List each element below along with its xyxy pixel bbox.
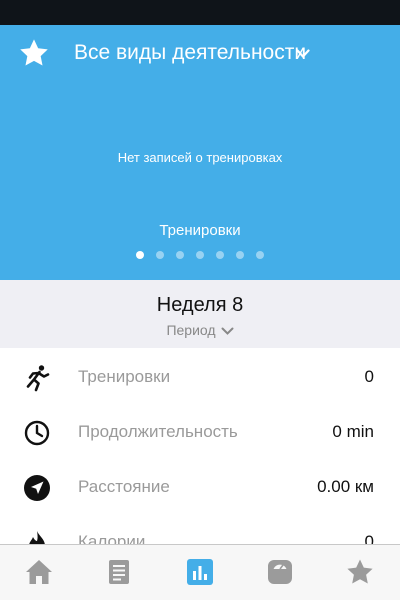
clock-icon (24, 420, 50, 446)
stat-label: Расстояние (78, 477, 170, 496)
page-dot[interactable] (236, 251, 244, 259)
stat-label: Калории (78, 532, 146, 544)
scale-icon[interactable] (265, 557, 295, 587)
stat-value: 0.00 км (317, 477, 374, 496)
stat-value: 0 min (332, 422, 374, 441)
star-icon[interactable] (345, 557, 375, 587)
stat-row-calories: Калории 0 (0, 515, 400, 544)
activity-type-title[interactable]: Все виды деятельности (74, 41, 306, 65)
page-dot[interactable] (156, 251, 164, 259)
navigation-arrow-icon (24, 475, 50, 501)
period-header: Неделя 8 Период (0, 280, 400, 348)
period-selector[interactable]: Период (0, 322, 400, 338)
week-title: Неделя 8 (156, 294, 244, 316)
running-icon (26, 365, 50, 392)
page-dot[interactable] (216, 251, 224, 259)
page-dot[interactable] (136, 251, 144, 259)
star-icon[interactable] (18, 37, 50, 69)
page-dot[interactable] (176, 251, 184, 259)
empty-workouts-message: Нет записей о тренировках (117, 150, 283, 165)
chevron-down-icon[interactable] (296, 49, 310, 59)
carousel-caption: Тренировки (159, 222, 241, 239)
flame-icon (29, 531, 45, 544)
stat-value: 0 (364, 367, 374, 386)
stats-list[interactable]: Тренировки 0 Продолжительность 0 min Рас… (0, 348, 400, 544)
bar-chart-icon[interactable] (185, 557, 215, 587)
stat-value: 0 (364, 532, 374, 544)
page-dot[interactable] (196, 251, 204, 259)
chevron-down-icon (221, 327, 234, 335)
status-bar (0, 0, 400, 25)
page-indicator[interactable] (0, 251, 400, 259)
stat-row-distance: Расстояние 0.00 км (0, 460, 400, 515)
stat-row-duration: Продолжительность 0 min (0, 405, 400, 460)
list-document-icon[interactable] (104, 557, 134, 587)
activity-summary-carousel[interactable]: Все виды деятельности Нет записей о трен… (0, 25, 400, 280)
stat-label: Продолжительность (78, 422, 238, 441)
home-icon[interactable] (24, 557, 54, 587)
stat-label: Тренировки (78, 367, 171, 386)
stat-row-workouts: Тренировки 0 (0, 350, 400, 405)
page-dot[interactable] (256, 251, 264, 259)
tab-bar (0, 544, 400, 600)
period-selector-label: Период (166, 322, 216, 338)
